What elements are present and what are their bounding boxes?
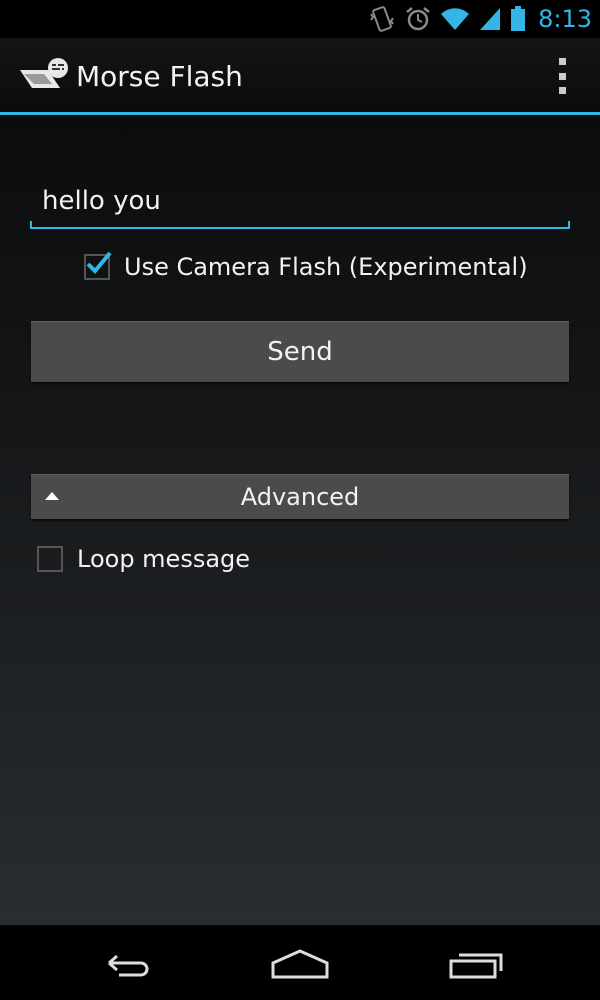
action-bar: Morse Flash <box>0 38 600 115</box>
message-field[interactable] <box>30 177 570 229</box>
send-button-label: Send <box>267 337 333 367</box>
checkmark-icon <box>86 251 112 274</box>
vibrate-icon <box>370 6 394 32</box>
overflow-dot <box>558 58 566 65</box>
overflow-dot <box>558 72 566 80</box>
camera-flash-label: Use Camera Flash (Experimental) <box>124 253 528 281</box>
home-icon[interactable] <box>270 943 330 983</box>
status-bar: 8:13 <box>0 0 600 38</box>
overflow-dot <box>558 87 566 94</box>
navigation-bar <box>0 925 600 1000</box>
camera-flash-checkbox[interactable] <box>84 251 112 280</box>
alarm-icon <box>406 7 430 31</box>
advanced-label: Advanced <box>240 483 360 511</box>
message-input[interactable] <box>42 181 552 221</box>
app-title: Morse Flash <box>76 60 243 93</box>
back-icon[interactable] <box>95 943 155 983</box>
main-content: Use Camera Flash (Experimental) Send Adv… <box>0 115 600 925</box>
battery-icon <box>511 6 526 31</box>
recent-apps-icon[interactable] <box>447 943 507 983</box>
overflow-menu-icon[interactable] <box>552 58 572 94</box>
wifi-icon <box>441 8 470 30</box>
send-button[interactable]: Send <box>31 321 569 382</box>
advanced-toggle-button[interactable]: Advanced <box>31 474 569 519</box>
signal-icon <box>480 8 501 30</box>
collapse-arrow-icon <box>45 492 59 500</box>
morse-flash-app-icon[interactable] <box>18 56 72 96</box>
loop-message-checkbox[interactable] <box>37 546 63 572</box>
status-time: 8:13 <box>538 5 592 33</box>
loop-message-label: Loop message <box>77 545 251 573</box>
loop-message-option[interactable]: Loop message <box>37 545 250 573</box>
status-icons: 8:13 <box>368 0 592 38</box>
camera-flash-option[interactable]: Use Camera Flash (Experimental) <box>84 251 528 281</box>
